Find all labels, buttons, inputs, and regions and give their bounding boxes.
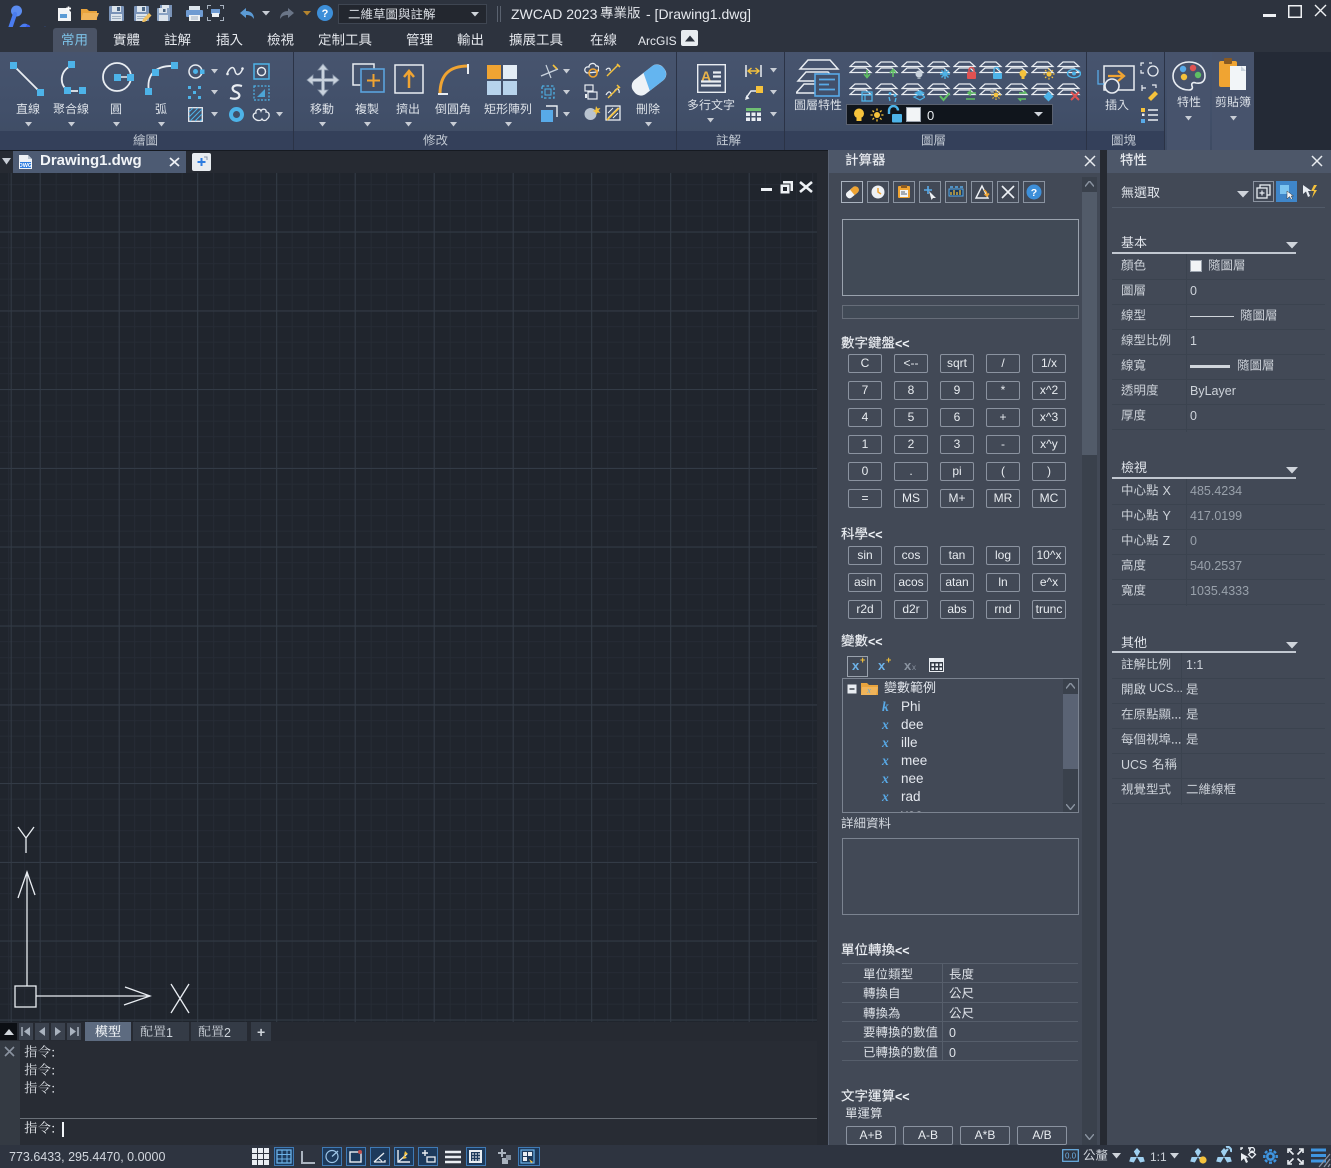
svg-text:DWG: DWG bbox=[19, 163, 32, 169]
svg-text:?: ? bbox=[322, 8, 329, 20]
svg-text:?: ? bbox=[1031, 187, 1037, 199]
svg-text:0.0: 0.0 bbox=[1065, 1152, 1077, 1161]
